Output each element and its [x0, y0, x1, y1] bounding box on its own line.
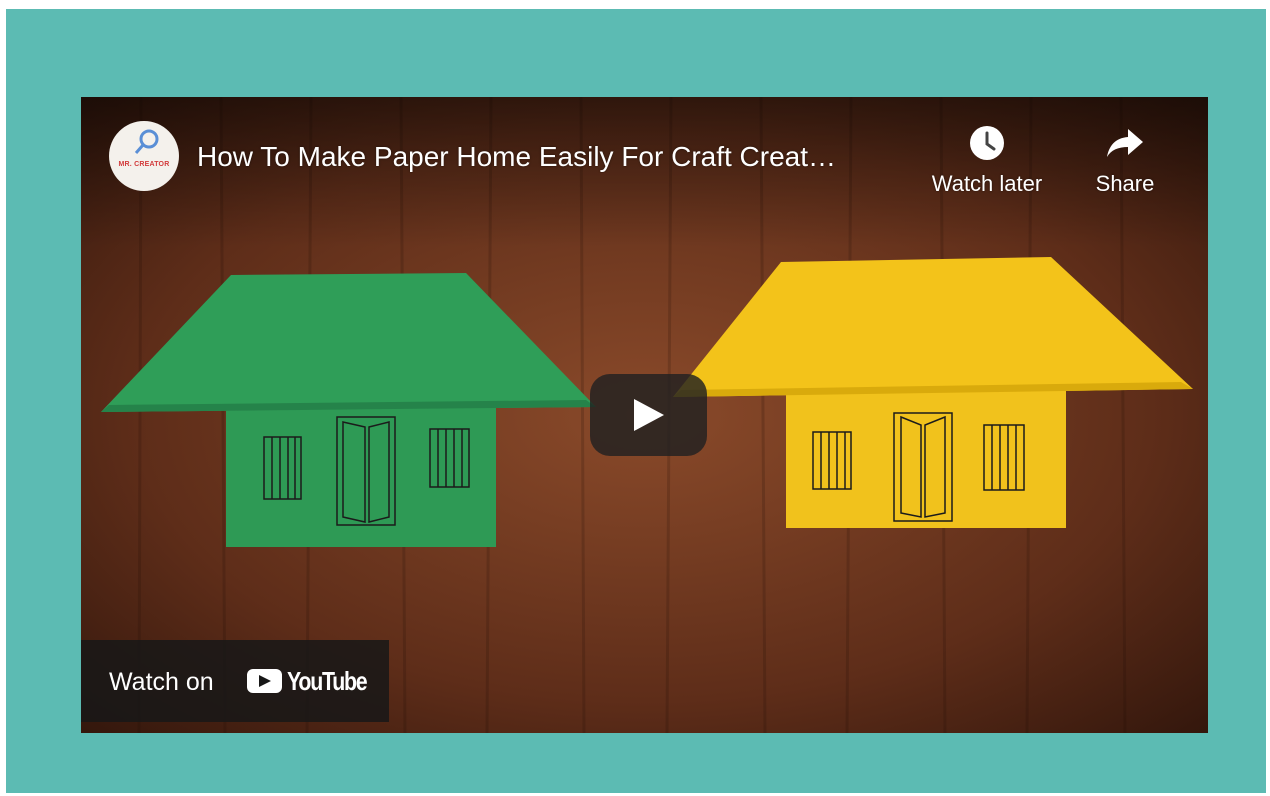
youtube-player[interactable]: MR. CREATOR How To Make Paper Home Easil…: [81, 97, 1208, 733]
share-label: Share: [1095, 171, 1155, 196]
youtube-wordmark: YouTube: [287, 666, 368, 696]
watch-on-youtube-button[interactable]: Watch on YouTube: [81, 640, 389, 722]
share-button[interactable]: Share: [1060, 125, 1190, 197]
channel-avatar[interactable]: MR. CREATOR: [109, 121, 179, 191]
play-icon: [634, 399, 664, 431]
video-title[interactable]: How To Make Paper Home Easily For Craft …: [197, 141, 917, 173]
magnifier-icon: [134, 129, 159, 154]
clock-icon: [970, 126, 1004, 160]
watch-later-label: Watch later: [931, 171, 1043, 196]
youtube-logo-icon: [247, 669, 282, 693]
share-arrow-icon: [1107, 129, 1143, 157]
watch-on-label: Watch on: [109, 668, 214, 696]
embed-background: MR. CREATOR How To Make Paper Home Easil…: [6, 9, 1266, 793]
play-button[interactable]: [590, 374, 707, 456]
watch-later-button[interactable]: Watch later: [922, 125, 1052, 197]
channel-avatar-text: MR. CREATOR: [118, 161, 170, 168]
